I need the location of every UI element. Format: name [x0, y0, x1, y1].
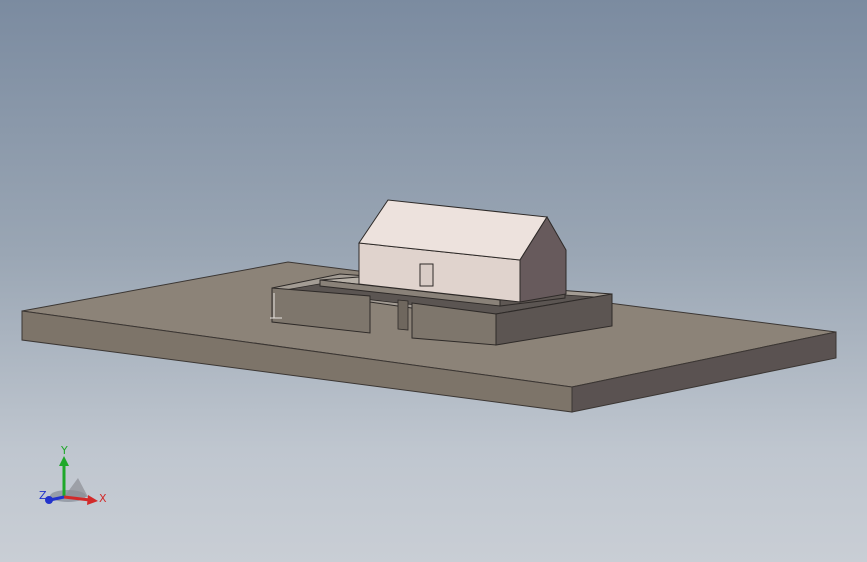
house-body[interactable]: [358, 199, 567, 303]
x-axis-label: X: [99, 492, 107, 505]
z-axis-label: Z: [39, 489, 47, 502]
y-axis-label: Y: [60, 444, 68, 457]
y-axis-arrow: [59, 456, 69, 466]
coordinate-triad[interactable]: Y X Z: [30, 440, 110, 515]
x-axis-arrow: [87, 495, 98, 505]
model-view[interactable]: [0, 0, 867, 562]
triad-plane: [64, 478, 88, 497]
graphics-viewport[interactable]: Y X Z: [0, 0, 867, 562]
foundation-gap-post: [397, 299, 409, 331]
house-door[interactable]: [419, 263, 434, 287]
